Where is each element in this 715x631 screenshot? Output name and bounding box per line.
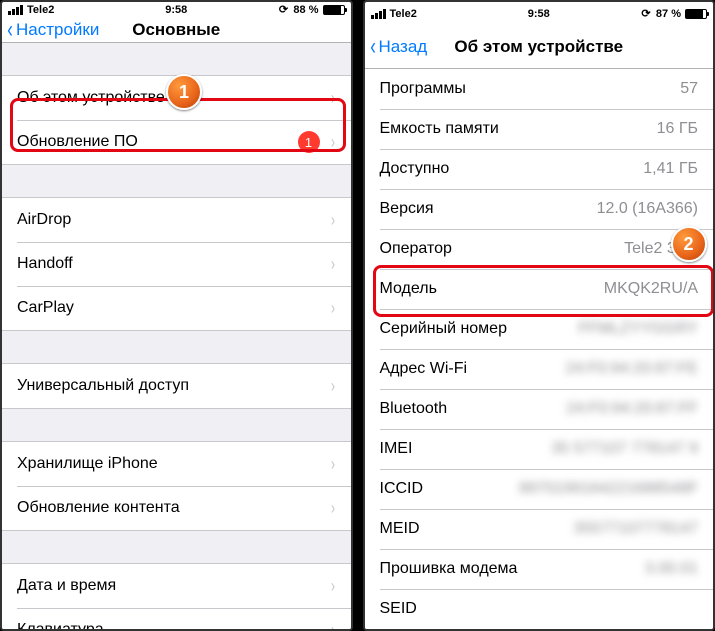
row-datetime[interactable]: Дата и время› — [2, 564, 351, 608]
row-capacity[interactable]: Емкость памяти16 ГБ — [365, 109, 714, 149]
battery-percent: 88 % — [293, 4, 318, 16]
row-available[interactable]: Доступно1,41 ГБ — [365, 149, 714, 189]
carrier-label: Tele2 — [27, 4, 54, 16]
row-carplay[interactable]: CarPlay› — [2, 286, 351, 330]
status-right: ⟳ 88 % — [277, 4, 344, 16]
carrier-label: Tele2 — [390, 8, 417, 20]
chevron-right-icon: › — [330, 210, 334, 231]
row-accessibility[interactable]: Универсальный доступ› — [2, 364, 351, 408]
signal-icon — [8, 5, 23, 15]
chevron-right-icon: › — [330, 620, 334, 631]
about-list: Программы57 Емкость памяти16 ГБ Доступно… — [365, 69, 714, 629]
back-label: Назад — [379, 37, 428, 57]
row-seid[interactable]: SEID — [365, 589, 714, 629]
signal-icon — [371, 9, 386, 19]
status-time: 9:58 — [528, 8, 550, 20]
row-airdrop[interactable]: AirDrop› — [2, 198, 351, 242]
row-iccid[interactable]: ICCID8970199164221688548F — [365, 469, 714, 509]
row-software-update[interactable]: Обновление ПО1› — [2, 120, 351, 164]
battery-percent: 87 % — [656, 8, 681, 20]
nav-header: ‹ Настройки Основные — [2, 18, 351, 43]
chevron-left-icon: ‹ — [7, 18, 13, 42]
back-button[interactable]: ‹ Назад — [365, 35, 428, 59]
row-bgrefresh[interactable]: Обновление контента› — [2, 486, 351, 530]
row-carrier[interactable]: ОператорTele2 33.0 — [365, 229, 714, 269]
row-handoff[interactable]: Handoff› — [2, 242, 351, 286]
row-bluetooth[interactable]: Bluetooth24:F0:94:20:87:FF — [365, 389, 714, 429]
settings-list: Об этом устройстве› Обновление ПО1› AirD… — [2, 43, 351, 631]
sync-icon: ⟳ — [640, 8, 652, 20]
row-version[interactable]: Версия12.0 (16A366) — [365, 189, 714, 229]
chevron-right-icon: › — [330, 88, 334, 109]
update-badge: 1 — [298, 131, 320, 153]
row-keyboard[interactable]: Клавиатура› — [2, 608, 351, 631]
row-model[interactable]: МодельMKQK2RU/A — [365, 269, 714, 309]
chevron-right-icon: › — [330, 298, 334, 319]
status-time: 9:58 — [165, 4, 187, 16]
sync-icon: ⟳ — [277, 4, 289, 16]
battery-icon — [323, 5, 345, 15]
right-phone: Tele2 9:58 ⟳ 87 % ‹ Назад Об этом устрой… — [363, 0, 715, 631]
row-apps[interactable]: Программы57 — [365, 69, 714, 109]
chevron-right-icon: › — [330, 576, 334, 597]
status-right: ⟳ 87 % — [640, 8, 707, 20]
row-storage[interactable]: Хранилище iPhone› — [2, 442, 351, 486]
chevron-right-icon: › — [330, 254, 334, 275]
chevron-right-icon: › — [330, 376, 334, 397]
status-left: Tele2 — [371, 8, 417, 20]
status-left: Tele2 — [8, 4, 54, 16]
left-phone: Tele2 9:58 ⟳ 88 % ‹ Настройки Основные О… — [0, 0, 353, 631]
status-bar: Tele2 9:58 ⟳ 87 % — [365, 2, 714, 25]
status-bar: Tele2 9:58 ⟳ 88 % — [2, 2, 351, 18]
nav-header: ‹ Назад Об этом устройстве — [365, 25, 714, 69]
row-meid[interactable]: MEID35577107778147 — [365, 509, 714, 549]
two-phone-layout: Tele2 9:58 ⟳ 88 % ‹ Настройки Основные О… — [0, 0, 715, 631]
row-imei[interactable]: IMEI35 577107 778147 9 — [365, 429, 714, 469]
back-button[interactable]: ‹ Настройки — [2, 18, 99, 42]
chevron-right-icon: › — [330, 132, 334, 153]
chevron-right-icon: › — [330, 454, 334, 475]
battery-icon — [685, 9, 707, 19]
row-serial[interactable]: Серийный номерFFMLZYYGGRY — [365, 309, 714, 349]
page-title: Об этом устройстве — [454, 37, 623, 57]
back-label: Настройки — [16, 20, 99, 40]
page-title: Основные — [132, 20, 220, 40]
chevron-left-icon: ‹ — [370, 35, 376, 59]
row-modem[interactable]: Прошивка модема3.00.01 — [365, 549, 714, 589]
row-wifi[interactable]: Адрес Wi-Fi24:F0:94:20:87:FE — [365, 349, 714, 389]
row-about[interactable]: Об этом устройстве› — [2, 76, 351, 120]
chevron-right-icon: › — [330, 498, 334, 519]
